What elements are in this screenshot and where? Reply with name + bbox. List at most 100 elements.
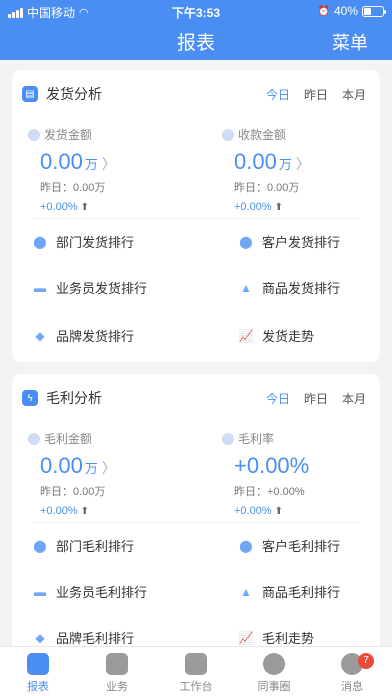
stat-label: 毛利金额 bbox=[44, 432, 93, 446]
nav-bar: 报表 菜单 bbox=[0, 22, 392, 60]
salesman-shipping-rank[interactable]: ▬ 业务员发货排行 bbox=[32, 278, 147, 297]
item-label: 部门发货排行 bbox=[56, 235, 135, 250]
profit-rate-stat[interactable]: 毛利率 +0.00% 昨日：+0.00% +0.00% ⬆ bbox=[222, 430, 382, 517]
item-label: 业务员毛利排行 bbox=[56, 585, 148, 600]
stat-value: 0.00 bbox=[234, 149, 277, 174]
profit-icon: ϟ bbox=[22, 390, 38, 406]
hand-coin-icon bbox=[222, 432, 234, 445]
tab-label: 业务 bbox=[106, 681, 128, 693]
alarm-icon: ⏰ bbox=[317, 5, 330, 17]
arrow-up-icon: ⬆ bbox=[274, 505, 284, 517]
item-label: 客户发货排行 bbox=[262, 235, 341, 250]
divider bbox=[32, 218, 360, 219]
tab-colleagues[interactable]: 同事圈 bbox=[244, 651, 304, 694]
item-label: 品牌发货排行 bbox=[56, 329, 135, 344]
item-label: 商品发货排行 bbox=[262, 281, 341, 296]
users-icon: ⬤ bbox=[239, 538, 253, 553]
location-pin-icon: ⬤ bbox=[33, 234, 47, 249]
bottom-tab-bar: 报表 业务 工作台 同事圈 消息 7 bbox=[0, 646, 392, 696]
shipping-amount-stat[interactable]: 发货金额 0.00 万〉 昨日：0.00万 +0.00% ⬆ bbox=[28, 126, 188, 213]
briefcase-icon: ▬ bbox=[34, 280, 46, 295]
item-label: 部门毛利排行 bbox=[56, 539, 135, 554]
stat-change: +0.00% bbox=[234, 201, 272, 213]
stat-unit: 万 bbox=[278, 157, 292, 172]
stat-change: +0.00% bbox=[40, 201, 78, 213]
tab-label: 同事圈 bbox=[257, 681, 291, 693]
section-title: 发货分析 bbox=[46, 86, 102, 102]
salesman-profit-rank[interactable]: ▬ 业务员毛利排行 bbox=[32, 582, 147, 601]
tab-business[interactable]: 业务 bbox=[87, 651, 147, 694]
trend-chart-icon: 📈 bbox=[238, 328, 254, 343]
brand-shipping-rank[interactable]: ◆ 品牌发货排行 bbox=[32, 326, 134, 345]
hand-coin-icon bbox=[222, 128, 234, 141]
tab-workbench[interactable]: 工作台 bbox=[166, 651, 226, 694]
trend-chart-icon: 📈 bbox=[238, 630, 254, 645]
briefcase-icon: ▬ bbox=[34, 584, 46, 599]
stat-unit: 万 bbox=[84, 157, 98, 172]
tab-month[interactable]: 本月 bbox=[342, 86, 366, 103]
tab-yesterday[interactable]: 昨日 bbox=[304, 390, 328, 407]
tab-yesterday[interactable]: 昨日 bbox=[304, 86, 328, 103]
tab-label: 消息 bbox=[341, 681, 363, 693]
stat-value: 0.00 bbox=[40, 149, 83, 174]
tab-label: 报表 bbox=[27, 681, 49, 693]
stat-change: +0.00% bbox=[234, 505, 272, 517]
stat-label: 收款金额 bbox=[238, 128, 287, 142]
menu-button[interactable]: 菜单 bbox=[332, 29, 368, 55]
payment-amount-stat[interactable]: 收款金额 0.00 万〉 昨日：0.00万 +0.00% ⬆ bbox=[222, 126, 382, 213]
chevron-right-icon: 〉 bbox=[295, 156, 310, 172]
shopping-bag-icon: ▲ bbox=[240, 280, 252, 295]
tab-today[interactable]: 今日 bbox=[266, 86, 290, 103]
shutter-icon bbox=[263, 653, 285, 675]
receipt-icon bbox=[106, 653, 128, 675]
tab-reports[interactable]: 报表 bbox=[8, 651, 68, 694]
grid-icon bbox=[185, 653, 207, 675]
dept-profit-rank[interactable]: ⬤ 部门毛利排行 bbox=[32, 536, 134, 555]
stat-label: 毛利率 bbox=[238, 432, 275, 446]
tab-month[interactable]: 本月 bbox=[342, 390, 366, 407]
stat-yesterday: 昨日：+0.00% bbox=[234, 486, 305, 498]
shipping-trend[interactable]: 📈 发货走势 bbox=[238, 326, 315, 345]
item-label: 品牌毛利排行 bbox=[56, 631, 135, 646]
profit-trend[interactable]: 📈 毛利走势 bbox=[238, 628, 315, 647]
status-bar: 中国移动 ◠ 下午3:53 ⏰ 40% bbox=[0, 0, 392, 22]
money-bag-icon bbox=[28, 128, 40, 141]
shipping-analysis-card: ▤ 发货分析 今日 昨日 本月 发货金额 0.00 万〉 昨日：0.00万 +0.… bbox=[12, 70, 380, 362]
stat-change: +0.00% bbox=[40, 505, 78, 517]
profit-analysis-card: ϟ 毛利分析 今日 昨日 本月 毛利金额 0.00 万〉 昨日：0.00万 +0.… bbox=[12, 374, 380, 664]
shipping-icon: ▤ bbox=[22, 86, 38, 102]
profit-amount-stat[interactable]: 毛利金额 0.00 万〉 昨日：0.00万 +0.00% ⬆ bbox=[28, 430, 188, 517]
item-label: 毛利走势 bbox=[262, 631, 315, 646]
shopping-bag-icon: ▲ bbox=[240, 584, 252, 599]
arrow-up-icon: ⬆ bbox=[80, 201, 90, 213]
stat-value: +0.00% bbox=[234, 453, 310, 478]
chevron-right-icon: 〉 bbox=[101, 156, 116, 172]
tab-messages[interactable]: 消息 7 bbox=[322, 651, 382, 694]
dept-shipping-rank[interactable]: ⬤ 部门发货排行 bbox=[32, 232, 134, 251]
section-title: 毛利分析 bbox=[46, 390, 102, 406]
product-shipping-rank[interactable]: ▲ 商品发货排行 bbox=[238, 278, 340, 297]
badge-icon: ◆ bbox=[35, 630, 45, 645]
location-pin-icon: ⬤ bbox=[33, 538, 47, 553]
users-icon: ⬤ bbox=[239, 234, 253, 249]
battery-percent: 40% bbox=[333, 4, 358, 18]
brand-profit-rank[interactable]: ◆ 品牌毛利排行 bbox=[32, 628, 134, 647]
period-tabs: 今日 昨日 本月 bbox=[266, 390, 366, 407]
item-label: 业务员发货排行 bbox=[56, 281, 148, 296]
divider bbox=[32, 522, 360, 523]
product-profit-rank[interactable]: ▲ 商品毛利排行 bbox=[238, 582, 340, 601]
badge-icon: ◆ bbox=[35, 328, 45, 343]
customer-shipping-rank[interactable]: ⬤ 客户发货排行 bbox=[238, 232, 340, 251]
customer-profit-rank[interactable]: ⬤ 客户毛利排行 bbox=[238, 536, 340, 555]
chevron-right-icon: 〉 bbox=[101, 460, 116, 476]
stat-unit: 万 bbox=[84, 461, 98, 476]
tab-label: 工作台 bbox=[179, 681, 213, 693]
stat-yesterday: 昨日：0.00万 bbox=[234, 182, 300, 194]
period-tabs: 今日 昨日 本月 bbox=[266, 86, 366, 103]
item-label: 客户毛利排行 bbox=[262, 539, 341, 554]
tab-today[interactable]: 今日 bbox=[266, 390, 290, 407]
item-label: 商品毛利排行 bbox=[262, 585, 341, 600]
stat-value: 0.00 bbox=[40, 453, 83, 478]
money-bag-icon bbox=[28, 432, 40, 445]
arrow-up-icon: ⬆ bbox=[274, 201, 284, 213]
